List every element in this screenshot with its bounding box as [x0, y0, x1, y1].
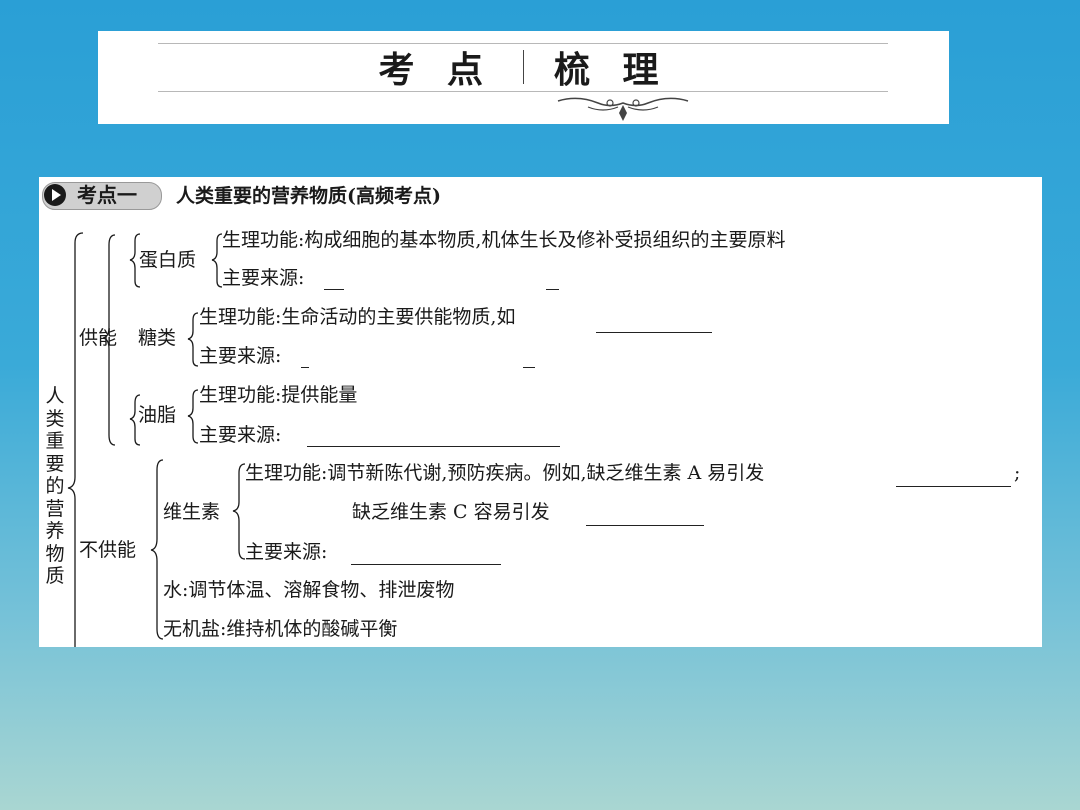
sugar-source-blank-end [523, 367, 535, 368]
sugar-name: 糖类 [138, 327, 177, 349]
protein-source: 主要来源: [222, 267, 305, 289]
branch-energy: 供能 [79, 327, 118, 349]
fat-function: 生理功能:提供能量 [199, 384, 358, 406]
protein-function: 生理功能:构成细胞的基本物质,机体生长及修补受损组织的主要原料 [222, 229, 786, 251]
header-banner: 考 点 梳 理 [98, 31, 949, 124]
vitamin-source: 主要来源: [245, 541, 328, 563]
protein-source-blank [324, 289, 344, 290]
knowledge-card: 考点一 人类重要的营养物质(高频考点) 人类重要的营养物质 供能 不供能 蛋白质… [39, 177, 1042, 647]
fat-source-blank [307, 446, 560, 447]
water-line: 水:调节体温、溶解食物、排泄废物 [163, 579, 455, 601]
vitamin-source-blank [351, 564, 501, 565]
title-left: 考 点 [378, 49, 493, 91]
sugar-source-blank [301, 367, 309, 368]
sugar-function: 生理功能:生命活动的主要供能物质,如 [199, 306, 516, 328]
ornament-icon [557, 97, 689, 121]
branch-non-energy: 不供能 [79, 539, 137, 561]
fat-source: 主要来源: [199, 424, 282, 446]
page-title: 考 点 梳 理 [98, 39, 949, 95]
fat-name: 油脂 [138, 404, 177, 426]
vitamin-name: 维生素 [163, 501, 221, 523]
protein-source-blank-end [546, 289, 559, 290]
vitamin-a-blank [896, 486, 1011, 487]
title-separator [523, 50, 524, 84]
vitamin-c-line: 缺乏维生素 C 容易引发 [352, 501, 550, 523]
vitamin-function-end: ; [1014, 462, 1021, 484]
root-label: 人类重要的营养物质 [45, 385, 65, 587]
vitamin-c-blank [586, 525, 704, 526]
title-right: 梳 理 [554, 49, 669, 91]
sugar-source: 主要来源: [199, 345, 282, 367]
vitamin-function: 生理功能:调节新陈代谢,预防疾病。例如,缺乏维生素 A 易引发 [245, 462, 765, 484]
sugar-example-blank [596, 332, 712, 333]
protein-name: 蛋白质 [139, 249, 197, 271]
mineral-line: 无机盐:维持机体的酸碱平衡 [163, 618, 398, 640]
